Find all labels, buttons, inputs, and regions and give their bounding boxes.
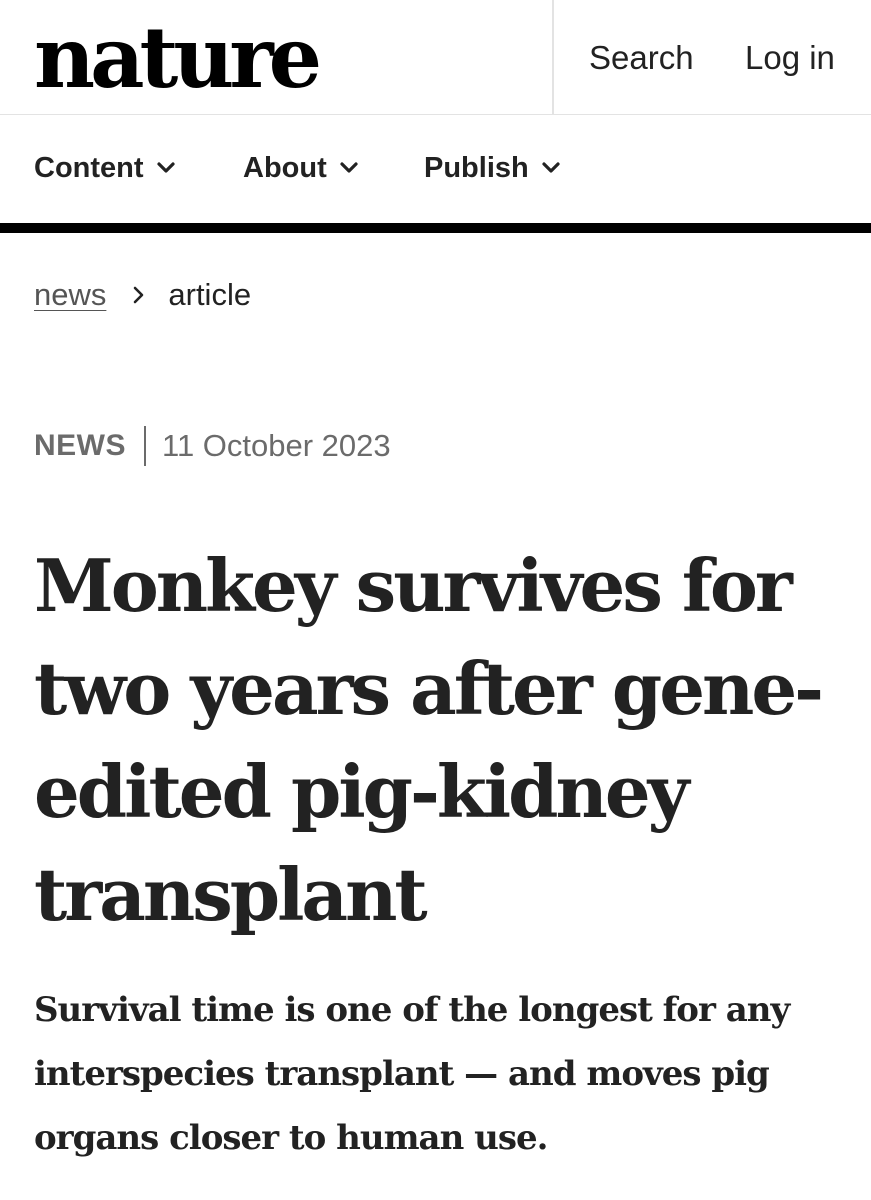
breadcrumb-news-link[interactable]: news xyxy=(34,276,106,314)
main-menu: Content About Publish xyxy=(0,115,871,223)
breadcrumb-current: article xyxy=(168,277,252,312)
menu-bottom-rule xyxy=(0,223,871,233)
article-standfirst: Survival time is one of the longest for … xyxy=(34,990,790,1158)
menu-item-label: Content xyxy=(34,152,144,184)
menu-item-label: Publish xyxy=(424,152,529,184)
header-divider xyxy=(552,0,554,114)
article-meta: NEWS 11 October 2023 xyxy=(34,425,391,467)
menu-item-content[interactable]: Content xyxy=(34,150,180,186)
chevron-down-icon xyxy=(537,154,565,182)
nature-logo[interactable]: nature xyxy=(34,8,322,108)
site-header: nature Search Log in xyxy=(0,0,871,115)
article-title: Monkey survives for two years after gene… xyxy=(34,543,824,937)
article-type: NEWS xyxy=(34,429,126,462)
menu-item-publish[interactable]: Publish xyxy=(424,150,565,186)
chevron-right-icon xyxy=(128,283,150,307)
search-link[interactable]: Search xyxy=(589,38,694,78)
breadcrumb: news article xyxy=(34,276,251,314)
chevron-down-icon xyxy=(152,154,180,182)
login-link[interactable]: Log in xyxy=(745,38,835,78)
chevron-down-icon xyxy=(335,154,363,182)
menu-item-label: About xyxy=(243,152,327,184)
menu-item-about[interactable]: About xyxy=(243,150,363,186)
meta-divider xyxy=(144,426,146,466)
publication-date: 11 October 2023 xyxy=(162,428,391,463)
